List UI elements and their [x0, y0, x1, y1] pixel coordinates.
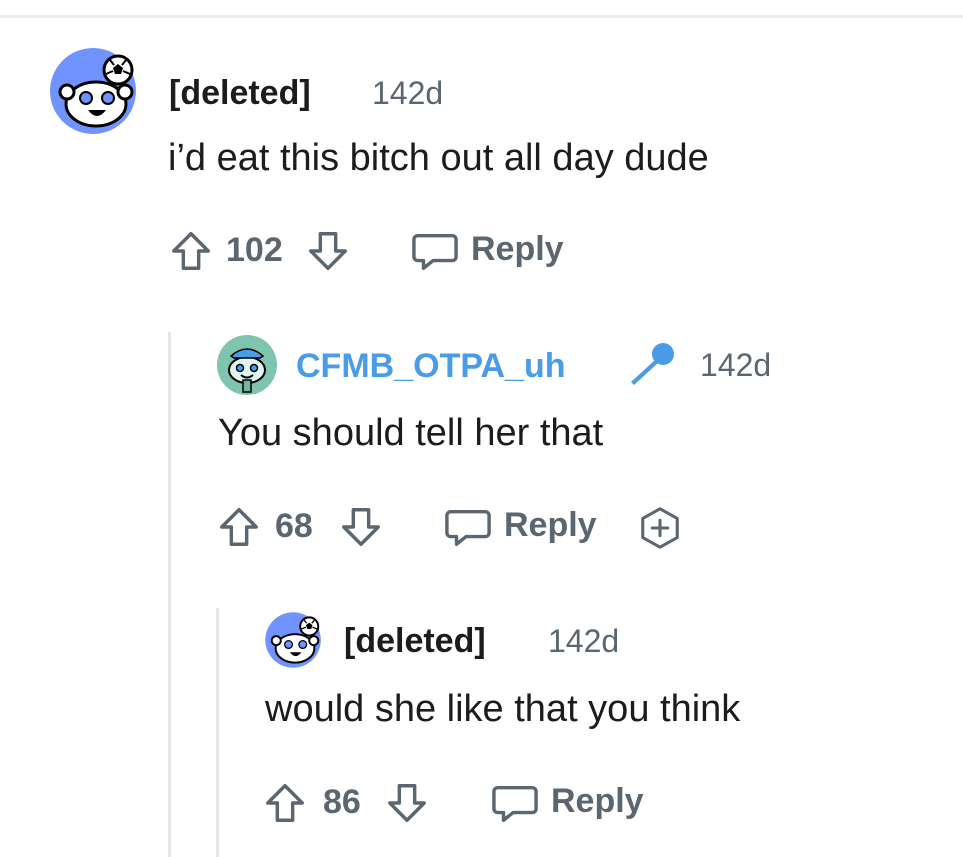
vote-count: 68: [275, 507, 313, 545]
comment-icon: [410, 228, 460, 274]
thread-line-level-2[interactable]: [216, 608, 219, 857]
reply-label: Reply: [551, 782, 644, 820]
snoo-avatar-icon[interactable]: [48, 48, 144, 134]
comment-icon: [490, 780, 540, 826]
reply-button[interactable]: Reply: [490, 778, 660, 828]
vote-count: 86: [323, 783, 361, 821]
comment-username[interactable]: [deleted]: [344, 622, 486, 661]
comment-time: 142d: [700, 347, 772, 383]
downvote-icon[interactable]: [305, 228, 351, 274]
comment-body: You should tell her that: [218, 412, 604, 454]
reply-button[interactable]: Reply: [410, 226, 580, 276]
upvote-icon[interactable]: [216, 504, 262, 550]
downvote-icon[interactable]: [338, 504, 384, 550]
comment-username[interactable]: [deleted]: [169, 74, 311, 113]
award-icon[interactable]: [636, 505, 684, 551]
reply-button[interactable]: Reply: [443, 502, 613, 552]
upvote-icon[interactable]: [168, 228, 214, 274]
thread-line-level-1[interactable]: [168, 332, 171, 857]
microphone-icon: [626, 341, 676, 387]
snoo-avatar-icon[interactable]: [216, 334, 278, 396]
comment-body: would she like that you think: [265, 688, 741, 730]
downvote-icon[interactable]: [384, 780, 430, 826]
comment-time: 142d: [372, 75, 444, 111]
upvote-icon[interactable]: [262, 780, 308, 826]
comment-icon: [443, 504, 493, 550]
top-divider: [0, 15, 963, 18]
reply-label: Reply: [504, 506, 597, 544]
comment-body: i’d eat this bitch out all day dude: [168, 137, 709, 179]
comment-username[interactable]: CFMB_OTPA_uh: [296, 347, 565, 386]
snoo-avatar-icon[interactable]: [264, 612, 326, 668]
comment-time: 142d: [548, 623, 620, 659]
reply-label: Reply: [471, 230, 564, 268]
vote-count: 102: [226, 231, 283, 269]
